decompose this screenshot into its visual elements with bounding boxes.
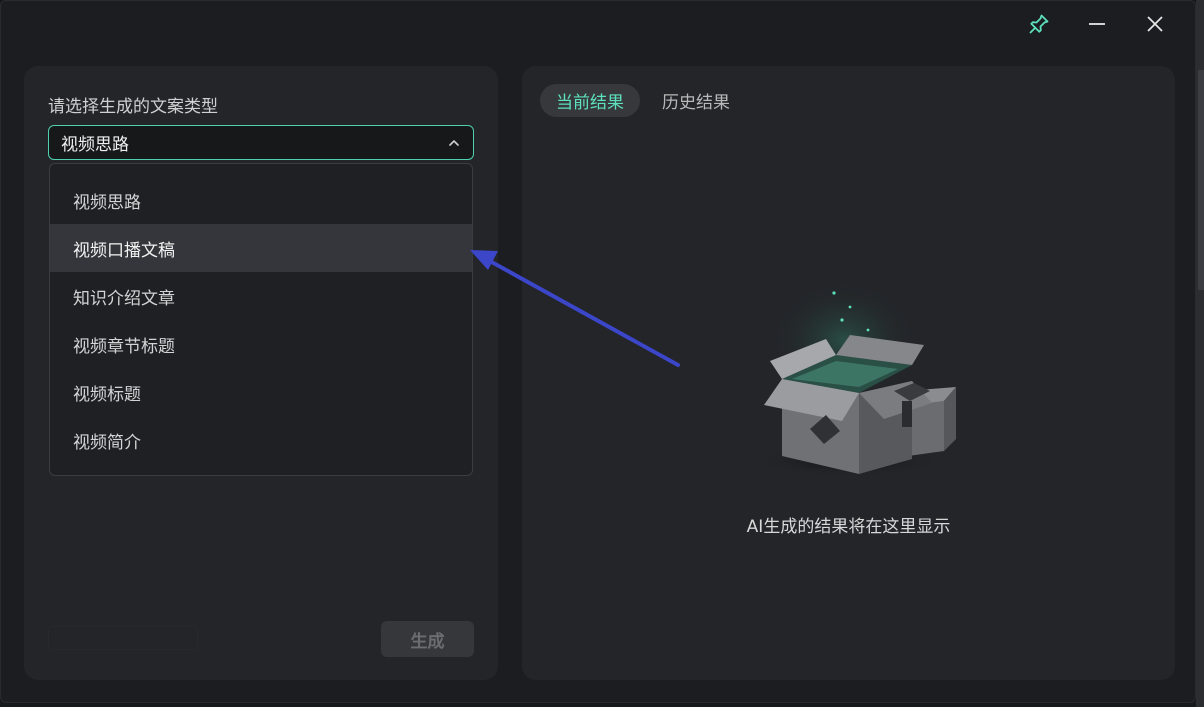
dropdown-option-video-idea[interactable]: 视频思路 xyxy=(50,176,472,224)
copy-type-selected-value: 视频思路 xyxy=(61,135,129,155)
minimize-button[interactable] xyxy=(1071,9,1123,39)
dropdown-option-knowledge-article[interactable]: 知识介绍文章 xyxy=(50,272,472,320)
dropdown-option-video-title[interactable]: 视频标题 xyxy=(50,368,472,416)
copy-type-dropdown-menu: 视频思路 视频口播文稿 知识介绍文章 视频章节标题 视频标题 视频简介 xyxy=(49,163,473,476)
tab-history-result[interactable]: 历史结果 xyxy=(646,84,746,117)
adjacent-window-scrollbar xyxy=(1198,70,1204,290)
close-button[interactable] xyxy=(1129,9,1181,39)
faded-control xyxy=(48,626,198,650)
close-icon xyxy=(1147,16,1163,32)
empty-box-illustration xyxy=(754,286,956,477)
copy-type-panel: 请选择生成的文案类型 视频思路 视频思路 视频口播文稿 知识介绍文章 视频章节标… xyxy=(24,66,498,680)
minimize-icon xyxy=(1089,23,1105,25)
pin-button[interactable] xyxy=(1013,9,1065,39)
chevron-up-icon xyxy=(449,139,459,146)
empty-result-message: AI生成的结果将在这里显示 xyxy=(746,517,951,537)
copy-type-select[interactable]: 视频思路 xyxy=(48,125,474,160)
app-window: 请选择生成的文案类型 视频思路 视频思路 视频口播文稿 知识介绍文章 视频章节标… xyxy=(0,0,1196,703)
adjacent-window-edge xyxy=(1196,0,1204,707)
tab-current-result[interactable]: 当前结果 xyxy=(540,84,640,117)
title-bar-controls xyxy=(1013,9,1181,39)
results-tabs: 当前结果 历史结果 xyxy=(540,84,746,117)
copy-type-label: 请选择生成的文案类型 xyxy=(48,97,218,117)
dropdown-option-video-description[interactable]: 视频简介 xyxy=(50,416,472,464)
dropdown-option-video-voiceover-script[interactable]: 视频口播文稿 xyxy=(50,224,472,272)
results-panel: 当前结果 历史结果 AI生成的结果将在这里显示 xyxy=(522,66,1175,680)
dropdown-option-video-chapter-titles[interactable]: 视频章节标题 xyxy=(50,320,472,368)
generate-button[interactable]: 生成 xyxy=(381,621,474,657)
pin-icon xyxy=(1029,14,1049,34)
